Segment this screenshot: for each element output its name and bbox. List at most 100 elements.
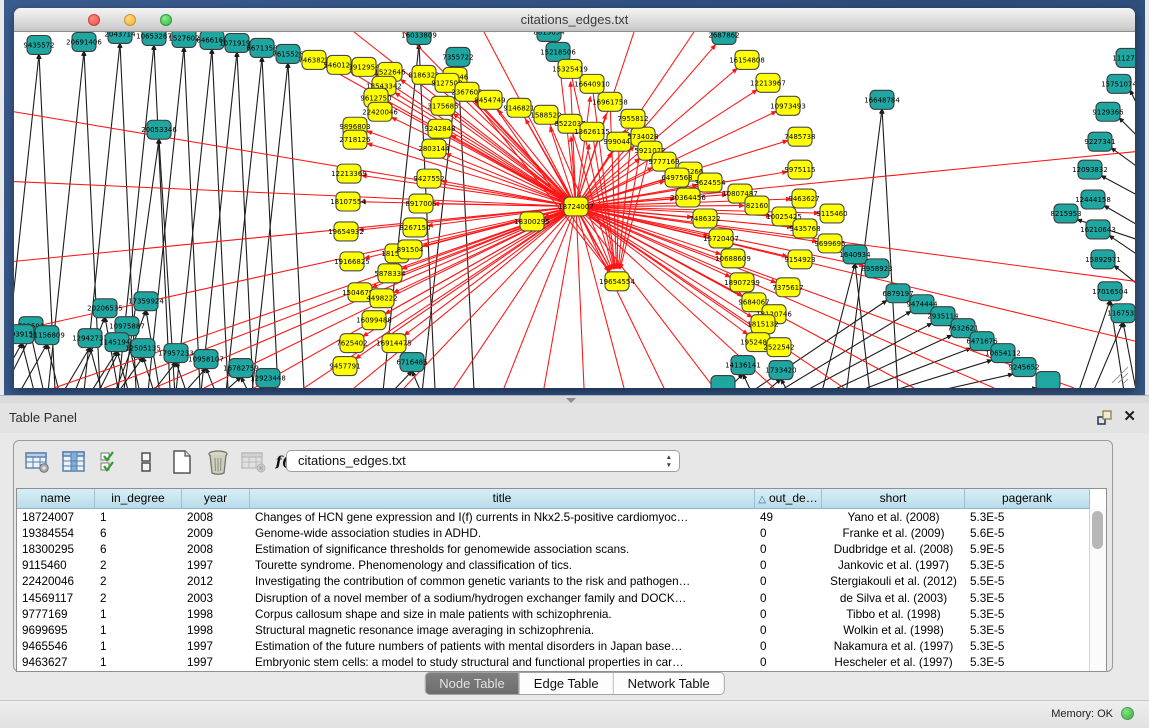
table-cell: 1998 xyxy=(182,624,250,637)
table-cell: 0 xyxy=(755,543,822,556)
graph-node-label: 8454749 xyxy=(474,96,505,104)
memory-status-label: Memory: OK xyxy=(1051,708,1113,720)
graph-node-label: 9129366 xyxy=(1092,108,1123,116)
table-row[interactable]: 1830029562008Estimation of significance … xyxy=(17,541,1090,557)
graph-node-label: 16154808 xyxy=(729,56,765,64)
column-header-year[interactable]: year xyxy=(182,489,250,509)
table-cell: 1 xyxy=(95,624,182,637)
graph-node-label: 9427552 xyxy=(413,175,444,183)
table-row[interactable]: 1456911722003Disruption of a novel membe… xyxy=(17,590,1090,606)
tab-node-table[interactable]: Node Table xyxy=(425,673,519,694)
table-panel-header: Table Panel ✕ xyxy=(0,403,1149,433)
table-cell: 0 xyxy=(755,527,822,540)
graph-node-label: 82160 xyxy=(746,202,768,210)
table-scrollbar[interactable] xyxy=(1089,509,1106,671)
table-cell: Genome-wide association studies in ADHD. xyxy=(250,527,755,540)
table-row[interactable]: 946554611997Estimation of the future num… xyxy=(17,639,1090,655)
select-rows-icon[interactable] xyxy=(96,449,123,475)
graph-node-label: 1733420 xyxy=(765,367,796,375)
black-edge xyxy=(184,47,201,388)
table-cell: 5.3E-5 xyxy=(965,511,1090,524)
column-header-name[interactable]: name xyxy=(17,489,95,509)
table-cell: 6 xyxy=(95,543,182,556)
column-header-short[interactable]: short xyxy=(822,489,965,509)
black-edge xyxy=(154,45,171,388)
table-cell: 9465546 xyxy=(17,640,95,653)
table-selector-dropdown[interactable]: citations_edges.txt ▲▼ xyxy=(286,450,680,472)
column-header-out_de[interactable]: △out_de… xyxy=(755,489,822,509)
graph-node-label: 13626115 xyxy=(574,128,610,136)
table-cell: Corpus callosum shape and size in male p… xyxy=(250,608,755,621)
delete-table-icon[interactable] xyxy=(204,449,231,475)
table-cell: Hescheler et al. (1997) xyxy=(822,656,965,669)
table-cell: Estimation of significance thresholds fo… xyxy=(250,543,755,556)
table-rows: 1872400712008Changes of HCN gene express… xyxy=(17,509,1090,671)
new-table-icon[interactable] xyxy=(168,449,195,475)
table-settings-icon[interactable] xyxy=(24,449,51,475)
table-cell: Franke et al. (2009) xyxy=(822,527,965,540)
graph-node-label: 12923448 xyxy=(250,375,286,383)
black-edge xyxy=(288,63,305,388)
close-panel-icon[interactable]: ✕ xyxy=(1123,408,1136,426)
table-cell: 0 xyxy=(755,640,822,653)
table-row[interactable]: 969969511998Structural magnetic resonanc… xyxy=(17,622,1090,638)
table-row[interactable]: 946362711997Embryonic stem cells: a mode… xyxy=(17,655,1090,671)
column-header-pagerank[interactable]: pagerank xyxy=(965,489,1090,509)
show-columns-icon[interactable] xyxy=(60,449,87,475)
table-cell: 9777169 xyxy=(17,608,95,621)
tab-edge-table[interactable]: Edge Table xyxy=(519,673,613,694)
graph-node-label: 6497568 xyxy=(661,174,692,182)
network-canvas[interactable]: 9435572206914062043714106532871527602646… xyxy=(14,32,1135,388)
graph-node[interactable] xyxy=(1036,372,1060,388)
table-cell: Tourette syndrome. Phenomenology and cla… xyxy=(250,559,755,572)
table-cell: 5.5E-5 xyxy=(965,575,1090,588)
table-cell: 5.3E-5 xyxy=(965,656,1090,669)
graph-node-label: 4498222 xyxy=(366,295,397,303)
tab-network-table[interactable]: Network Table xyxy=(613,673,724,694)
column-header-title[interactable]: title xyxy=(250,489,755,509)
graph-node-label: 17016504 xyxy=(1092,288,1128,296)
table-cell: 0 xyxy=(755,656,822,669)
graph-node[interactable] xyxy=(711,376,735,388)
graph-node-label: 8215953 xyxy=(1050,210,1081,218)
window-titlebar[interactable]: citations_edges.txt xyxy=(14,8,1135,32)
graph-node-label: 7486322 xyxy=(689,215,720,223)
table-cell: 0 xyxy=(755,608,822,621)
panel-title: Table Panel xyxy=(9,410,77,425)
graph-node-label: 6879197 xyxy=(882,290,913,298)
table-tabs: Node TableEdge TableNetwork Table xyxy=(424,672,725,695)
graph-node-label: 15892971 xyxy=(1085,256,1121,264)
float-panel-icon[interactable] xyxy=(1097,410,1113,425)
table-cell: Wolkin et al. (1998) xyxy=(822,624,965,637)
table-cell: Stergiakouli et al. (2012) xyxy=(822,575,965,588)
table-row[interactable]: 977716911998Corpus callosum shape and si… xyxy=(17,606,1090,622)
graph-node-label: 15720407 xyxy=(703,235,739,243)
table-toolbar: f(x) xyxy=(24,446,303,478)
table-row[interactable]: 1938455462009Genome-wide association stu… xyxy=(17,525,1090,541)
table-cell: 5.3E-5 xyxy=(965,608,1090,621)
graph-node-label: 16914475 xyxy=(376,340,412,348)
graph-node-label: 9227341 xyxy=(1084,138,1115,146)
column-header-in_degree[interactable]: in_degree xyxy=(95,489,182,509)
black-edge xyxy=(855,263,872,388)
graph-node-label: 17359924 xyxy=(128,298,164,306)
row-height-icon[interactable] xyxy=(132,449,159,475)
table-cell: 9463627 xyxy=(17,656,95,669)
table-cell: Embryonic stem cells: a model to study s… xyxy=(250,656,755,669)
graph-node-label: 20364456 xyxy=(670,194,706,202)
graph-node-label: 16099488 xyxy=(356,317,392,325)
graph-node-label: 9975115 xyxy=(784,166,815,174)
table-cell: 1998 xyxy=(182,608,250,621)
table-row[interactable]: 911546021997Tourette syndrome. Phenomeno… xyxy=(17,558,1090,574)
graph-node-label: 3175685 xyxy=(427,102,458,110)
table-cell: Tibbo et al. (1998) xyxy=(822,608,965,621)
graph-node-label: 20691406 xyxy=(66,38,102,46)
table-cell: 1 xyxy=(95,656,182,669)
table-cell: 5.3E-5 xyxy=(965,624,1090,637)
table-cell: de Silva et al. (2003) xyxy=(822,592,965,605)
scrollbar-thumb[interactable] xyxy=(1092,511,1103,549)
table-row[interactable]: 1872400712008Changes of HCN gene express… xyxy=(17,509,1090,525)
table-row[interactable]: 2242004622012Investigating the contribut… xyxy=(17,574,1090,590)
table-cell: Estimation of the future numbers of pati… xyxy=(250,640,755,653)
resize-grip-icon[interactable] xyxy=(1124,379,1128,383)
